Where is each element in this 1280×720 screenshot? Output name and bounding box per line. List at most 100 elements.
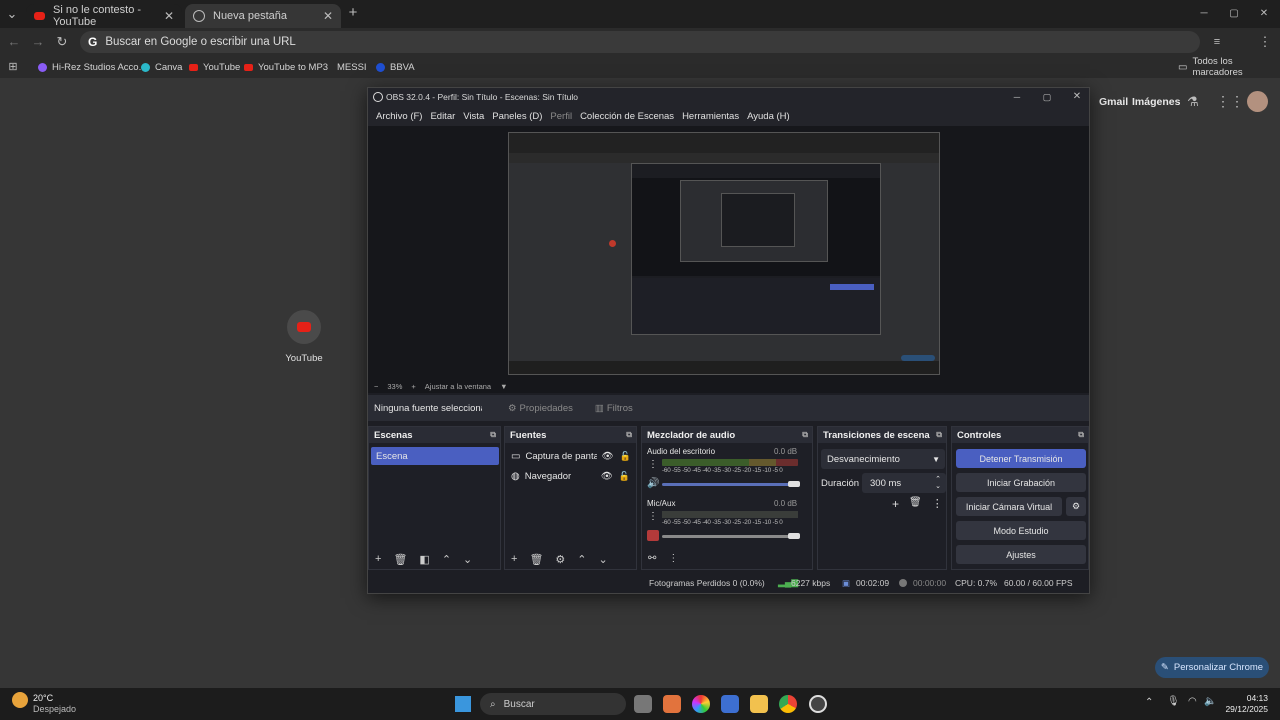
shortcut-youtube[interactable] bbox=[287, 310, 321, 344]
tray-chevron-icon[interactable]: ⌃ bbox=[1145, 697, 1153, 708]
filters-button[interactable]: ▥ Filtros bbox=[595, 403, 633, 414]
close-window-button[interactable]: ✕ bbox=[1256, 6, 1272, 22]
bookmark-youtube-to-mp3[interactable]: YouTube to MP3 bbox=[244, 60, 328, 74]
channel-menu-icon[interactable]: ⋮ bbox=[648, 459, 658, 470]
taskbar-search[interactable]: ⌕ Buscar bbox=[480, 693, 626, 715]
all-bookmarks[interactable]: ▭ Todos los marcadores bbox=[1178, 56, 1280, 78]
wifi-icon[interactable]: ◠ bbox=[1188, 696, 1197, 707]
menu-vista[interactable]: Vista bbox=[463, 111, 484, 122]
file-explorer-icon[interactable] bbox=[750, 695, 768, 713]
tab-menu-icon[interactable]: ≡ bbox=[1208, 34, 1226, 50]
reload-icon[interactable]: ↻ bbox=[54, 34, 70, 50]
volume-icon[interactable]: 🔈 bbox=[1204, 696, 1216, 707]
account-avatar[interactable] bbox=[1247, 91, 1268, 112]
images-link[interactable]: Imágenes bbox=[1132, 96, 1180, 108]
start-recording-button[interactable]: Iniciar Grabación bbox=[956, 473, 1086, 492]
new-tab-button[interactable]: + bbox=[345, 5, 361, 21]
source-item-browser[interactable]: ◍ Navegador 👁 🔓 bbox=[511, 467, 635, 485]
minimize-button[interactable]: ─ bbox=[1196, 6, 1212, 22]
menu-ayuda[interactable]: Ayuda (H) bbox=[747, 111, 790, 122]
more-menu-icon[interactable]: ⋮ bbox=[1258, 34, 1272, 50]
gmail-link[interactable]: Gmail bbox=[1099, 96, 1128, 108]
filter-icon[interactable]: ◧ bbox=[419, 553, 429, 566]
obs-taskbar-icon[interactable] bbox=[809, 695, 827, 713]
chevron-down-icon[interactable]: ⌄ bbox=[463, 553, 472, 566]
add-transition-icon[interactable]: + bbox=[892, 497, 899, 511]
weather-moon-icon[interactable] bbox=[12, 692, 28, 708]
tab-close-icon[interactable]: ✕ bbox=[323, 9, 333, 23]
speaker-icon[interactable]: 🔊 bbox=[647, 478, 659, 489]
channel-menu-icon[interactable]: ⋮ bbox=[648, 511, 658, 522]
more-icon[interactable]: ⋮ bbox=[668, 553, 678, 564]
popout-icon[interactable]: ⧉ bbox=[802, 430, 808, 440]
source-item-screen-capture[interactable]: ▭ Captura de pantalla 👁 🔓 bbox=[511, 447, 635, 465]
zoom-dropdown-icon[interactable]: ▼ bbox=[500, 382, 507, 391]
tab-new-tab[interactable]: Nueva pestaña ✕ bbox=[185, 4, 341, 28]
popout-icon[interactable]: ⧉ bbox=[1078, 430, 1084, 440]
zoom-out-button[interactable]: − bbox=[374, 382, 378, 391]
volume-slider[interactable] bbox=[662, 483, 792, 486]
link-icon[interactable]: ⚯ bbox=[648, 553, 656, 564]
trash-icon[interactable]: 🗑 bbox=[529, 553, 543, 566]
virtual-camera-settings-button[interactable]: ⚙ bbox=[1066, 497, 1086, 516]
address-bar[interactable]: G Buscar en Google o escribir una URL bbox=[80, 31, 1200, 53]
transition-select[interactable]: Desvanecimiento ▼ bbox=[821, 449, 945, 469]
bookmark-youtube[interactable]: YouTube bbox=[189, 60, 240, 74]
menu-perfil[interactable]: Perfil bbox=[550, 111, 572, 122]
labs-flask-icon[interactable]: ⚗ bbox=[1185, 94, 1201, 110]
bookmark-canva[interactable]: Canva bbox=[141, 60, 182, 74]
store-icon[interactable] bbox=[721, 695, 739, 713]
preview-canvas[interactable] bbox=[508, 132, 940, 375]
obs-minimize-button[interactable]: ─ bbox=[1011, 89, 1023, 105]
studio-mode-button[interactable]: Modo Estudio bbox=[956, 521, 1086, 540]
customize-chrome-button[interactable]: ✎ Personalizar Chrome bbox=[1155, 657, 1269, 678]
menu-herramientas[interactable]: Herramientas bbox=[682, 111, 739, 122]
chevron-up-icon[interactable]: ⌃ bbox=[577, 553, 586, 566]
apps-grid-icon[interactable]: ⊞ bbox=[6, 59, 20, 75]
google-apps-icon[interactable]: ⋮⋮ bbox=[1216, 93, 1244, 109]
task-view-icon[interactable] bbox=[634, 695, 652, 713]
volume-slider-handle[interactable] bbox=[788, 533, 800, 539]
menu-archivo[interactable]: Archivo (F) bbox=[376, 111, 422, 122]
add-source-icon[interactable]: + bbox=[511, 553, 517, 566]
spin-arrows-icon[interactable]: ⌃ ⌄ bbox=[935, 476, 941, 490]
bookmark-messi[interactable]: MESSI bbox=[330, 60, 367, 74]
settings-button[interactable]: Ajustes bbox=[956, 545, 1086, 564]
scene-item[interactable]: Escena bbox=[371, 447, 499, 465]
popout-icon[interactable]: ⧉ bbox=[626, 430, 632, 440]
bookmark-bbva[interactable]: BBVA bbox=[376, 60, 415, 74]
popout-icon[interactable]: ⧉ bbox=[936, 430, 942, 440]
microphone-icon[interactable]: 🎙 bbox=[1167, 696, 1180, 707]
back-arrow-icon[interactable]: ← bbox=[6, 34, 22, 50]
gear-icon[interactable]: ⚙ bbox=[555, 553, 565, 566]
fit-window-label[interactable]: Ajustar a la ventana bbox=[425, 382, 491, 391]
volume-slider-handle[interactable] bbox=[788, 481, 800, 487]
properties-button[interactable]: ⚙ Propiedades bbox=[508, 403, 573, 414]
zoom-in-button[interactable]: + bbox=[411, 382, 415, 391]
chrome-icon[interactable] bbox=[779, 695, 797, 713]
weather-temp[interactable]: 20°C bbox=[33, 693, 53, 703]
menu-paneles[interactable]: Paneles (D) bbox=[492, 111, 542, 122]
lock-icon[interactable]: 🔓 bbox=[619, 471, 630, 482]
volume-slider[interactable] bbox=[662, 535, 792, 538]
lock-icon[interactable]: 🔓 bbox=[620, 451, 631, 462]
chevron-up-icon[interactable]: ⌃ bbox=[442, 553, 451, 566]
color-app-icon[interactable] bbox=[692, 695, 710, 713]
chevron-down-icon[interactable]: ⌄ bbox=[599, 553, 608, 566]
popout-icon[interactable]: ⧉ bbox=[490, 430, 496, 440]
more-icon[interactable]: ⋮ bbox=[932, 497, 943, 511]
maximize-button[interactable]: ▢ bbox=[1226, 6, 1242, 22]
stop-streaming-button[interactable]: Detener Transmisión bbox=[956, 449, 1086, 468]
windows-start-icon[interactable] bbox=[455, 696, 471, 712]
forward-arrow-icon[interactable]: → bbox=[30, 34, 46, 50]
clock-date[interactable]: 29/12/2025 bbox=[1220, 704, 1268, 714]
clock-time[interactable]: 04:13 bbox=[1228, 693, 1268, 703]
trash-icon[interactable]: 🗑 bbox=[909, 497, 922, 511]
menu-coleccion-escenas[interactable]: Colección de Escenas bbox=[580, 111, 674, 122]
eye-icon[interactable]: 👁 bbox=[601, 451, 613, 462]
bookmark-hirez[interactable]: Hi-Rez Studios Acco... bbox=[38, 60, 147, 74]
add-scene-icon[interactable]: + bbox=[375, 553, 381, 566]
muted-speaker-icon[interactable] bbox=[647, 530, 659, 541]
app-icon[interactable] bbox=[663, 695, 681, 713]
obs-maximize-button[interactable]: ▢ bbox=[1041, 89, 1053, 105]
